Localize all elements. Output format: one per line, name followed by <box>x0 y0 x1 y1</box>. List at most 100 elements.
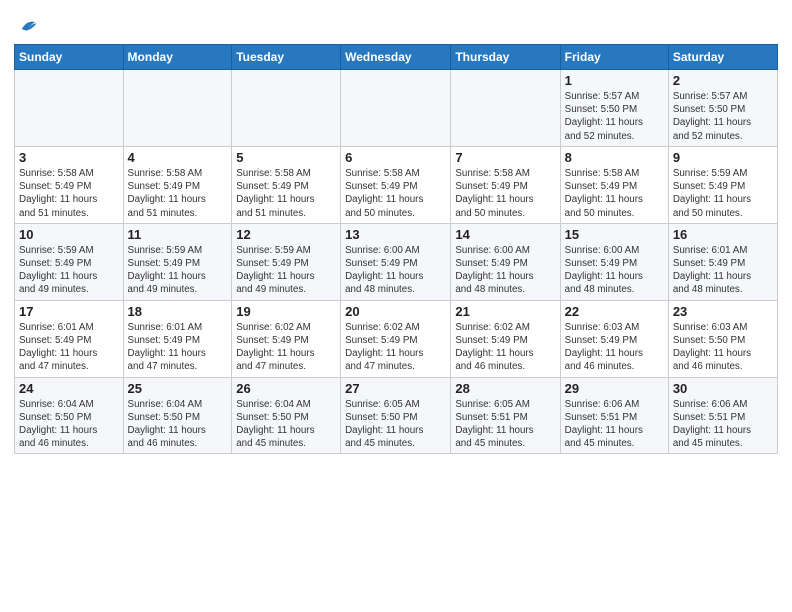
day-info: Sunrise: 6:06 AM Sunset: 5:51 PM Dayligh… <box>565 398 664 451</box>
weekday-header-friday: Friday <box>560 45 668 70</box>
day-number: 1 <box>565 73 664 88</box>
calendar-cell: 18 Sunrise: 6:01 AM Sunset: 5:49 PM Dayli… <box>123 300 232 377</box>
calendar-week-row: 24 Sunrise: 6:04 AM Sunset: 5:50 PM Dayli… <box>15 377 778 454</box>
day-number: 10 <box>19 227 119 242</box>
calendar-cell <box>15 70 124 147</box>
day-number: 25 <box>128 381 228 396</box>
calendar-cell <box>341 70 451 147</box>
logo <box>14 10 38 38</box>
day-info: Sunrise: 5:59 AM Sunset: 5:49 PM Dayligh… <box>673 167 773 220</box>
day-info: Sunrise: 6:05 AM Sunset: 5:51 PM Dayligh… <box>455 398 555 451</box>
day-info: Sunrise: 6:04 AM Sunset: 5:50 PM Dayligh… <box>236 398 336 451</box>
calendar-cell: 20 Sunrise: 6:02 AM Sunset: 5:49 PM Dayli… <box>341 300 451 377</box>
day-number: 18 <box>128 304 228 319</box>
calendar-cell: 28 Sunrise: 6:05 AM Sunset: 5:51 PM Dayli… <box>451 377 560 454</box>
day-number: 23 <box>673 304 773 319</box>
day-info: Sunrise: 6:01 AM Sunset: 5:49 PM Dayligh… <box>128 321 228 374</box>
calendar-cell: 9 Sunrise: 5:59 AM Sunset: 5:49 PM Daylig… <box>668 146 777 223</box>
day-number: 28 <box>455 381 555 396</box>
calendar-cell: 30 Sunrise: 6:06 AM Sunset: 5:51 PM Dayli… <box>668 377 777 454</box>
calendar-cell: 25 Sunrise: 6:04 AM Sunset: 5:50 PM Dayli… <box>123 377 232 454</box>
calendar-cell: 3Sunrise: 5:58 AM Sunset: 5:49 PM Daylig… <box>15 146 124 223</box>
day-info: Sunrise: 5:59 AM Sunset: 5:49 PM Dayligh… <box>236 244 336 297</box>
day-number: 26 <box>236 381 336 396</box>
logo-container <box>14 14 38 38</box>
calendar-cell: 21 Sunrise: 6:02 AM Sunset: 5:49 PM Dayli… <box>451 300 560 377</box>
calendar-cell: 27 Sunrise: 6:05 AM Sunset: 5:50 PM Dayli… <box>341 377 451 454</box>
calendar-cell: 23 Sunrise: 6:03 AM Sunset: 5:50 PM Dayli… <box>668 300 777 377</box>
day-number: 27 <box>345 381 446 396</box>
weekday-header-row: SundayMondayTuesdayWednesdayThursdayFrid… <box>15 45 778 70</box>
calendar-cell: 22 Sunrise: 6:03 AM Sunset: 5:49 PM Dayli… <box>560 300 668 377</box>
day-number: 16 <box>673 227 773 242</box>
calendar-cell: 5 Sunrise: 5:58 AM Sunset: 5:49 PM Daylig… <box>232 146 341 223</box>
page: SundayMondayTuesdayWednesdayThursdayFrid… <box>0 0 792 612</box>
day-info: Sunrise: 6:01 AM Sunset: 5:49 PM Dayligh… <box>19 321 119 374</box>
day-info: Sunrise: 6:04 AM Sunset: 5:50 PM Dayligh… <box>128 398 228 451</box>
calendar-cell: 24Sunrise: 6:04 AM Sunset: 5:50 PM Dayli… <box>15 377 124 454</box>
day-number: 7 <box>455 150 555 165</box>
day-number: 13 <box>345 227 446 242</box>
weekday-header-wednesday: Wednesday <box>341 45 451 70</box>
day-number: 17 <box>19 304 119 319</box>
day-info: Sunrise: 5:58 AM Sunset: 5:49 PM Dayligh… <box>128 167 228 220</box>
day-info: Sunrise: 6:02 AM Sunset: 5:49 PM Dayligh… <box>455 321 555 374</box>
day-info: Sunrise: 6:03 AM Sunset: 5:50 PM Dayligh… <box>673 321 773 374</box>
day-info: Sunrise: 6:05 AM Sunset: 5:50 PM Dayligh… <box>345 398 446 451</box>
day-info: Sunrise: 6:06 AM Sunset: 5:51 PM Dayligh… <box>673 398 773 451</box>
day-number: 12 <box>236 227 336 242</box>
calendar-cell: 17 Sunrise: 6:01 AM Sunset: 5:49 PM Dayli… <box>15 300 124 377</box>
day-number: 6 <box>345 150 446 165</box>
calendar: SundayMondayTuesdayWednesdayThursdayFrid… <box>14 44 778 454</box>
header <box>14 10 778 38</box>
day-number: 30 <box>673 381 773 396</box>
day-info: Sunrise: 6:02 AM Sunset: 5:49 PM Dayligh… <box>236 321 336 374</box>
calendar-cell: 16 Sunrise: 6:01 AM Sunset: 5:49 PM Dayli… <box>668 223 777 300</box>
calendar-cell: 14Sunrise: 6:00 AM Sunset: 5:49 PM Dayli… <box>451 223 560 300</box>
calendar-cell: 8Sunrise: 5:58 AM Sunset: 5:49 PM Daylig… <box>560 146 668 223</box>
calendar-cell: 15Sunrise: 6:00 AM Sunset: 5:49 PM Dayli… <box>560 223 668 300</box>
day-number: 4 <box>128 150 228 165</box>
weekday-header-thursday: Thursday <box>451 45 560 70</box>
day-number: 2 <box>673 73 773 88</box>
weekday-header-sunday: Sunday <box>15 45 124 70</box>
day-info: Sunrise: 5:57 AM Sunset: 5:50 PM Dayligh… <box>565 90 664 143</box>
calendar-week-row: 10 Sunrise: 5:59 AM Sunset: 5:49 PM Dayli… <box>15 223 778 300</box>
day-number: 29 <box>565 381 664 396</box>
weekday-header-saturday: Saturday <box>668 45 777 70</box>
day-number: 19 <box>236 304 336 319</box>
calendar-cell: 7Sunrise: 5:58 AM Sunset: 5:49 PM Daylig… <box>451 146 560 223</box>
calendar-cell <box>123 70 232 147</box>
calendar-cell <box>451 70 560 147</box>
calendar-week-row: 17 Sunrise: 6:01 AM Sunset: 5:49 PM Dayli… <box>15 300 778 377</box>
day-info: Sunrise: 6:00 AM Sunset: 5:49 PM Dayligh… <box>345 244 446 297</box>
calendar-cell <box>232 70 341 147</box>
day-info: Sunrise: 6:02 AM Sunset: 5:49 PM Dayligh… <box>345 321 446 374</box>
day-number: 20 <box>345 304 446 319</box>
day-info: Sunrise: 5:59 AM Sunset: 5:49 PM Dayligh… <box>128 244 228 297</box>
calendar-cell: 11Sunrise: 5:59 AM Sunset: 5:49 PM Dayli… <box>123 223 232 300</box>
day-number: 21 <box>455 304 555 319</box>
day-info: Sunrise: 5:58 AM Sunset: 5:49 PM Dayligh… <box>345 167 446 220</box>
calendar-cell: 19 Sunrise: 6:02 AM Sunset: 5:49 PM Dayli… <box>232 300 341 377</box>
day-number: 5 <box>236 150 336 165</box>
day-info: Sunrise: 6:01 AM Sunset: 5:49 PM Dayligh… <box>673 244 773 297</box>
calendar-cell: 12 Sunrise: 5:59 AM Sunset: 5:49 PM Dayli… <box>232 223 341 300</box>
calendar-cell: 4 Sunrise: 5:58 AM Sunset: 5:49 PM Daylig… <box>123 146 232 223</box>
day-info: Sunrise: 6:00 AM Sunset: 5:49 PM Dayligh… <box>565 244 664 297</box>
day-number: 14 <box>455 227 555 242</box>
day-number: 8 <box>565 150 664 165</box>
calendar-cell: 26 Sunrise: 6:04 AM Sunset: 5:50 PM Dayli… <box>232 377 341 454</box>
day-info: Sunrise: 5:58 AM Sunset: 5:49 PM Dayligh… <box>236 167 336 220</box>
day-info: Sunrise: 5:57 AM Sunset: 5:50 PM Dayligh… <box>673 90 773 143</box>
calendar-cell: 1 Sunrise: 5:57 AM Sunset: 5:50 PM Daylig… <box>560 70 668 147</box>
day-number: 9 <box>673 150 773 165</box>
day-number: 24 <box>19 381 119 396</box>
day-info: Sunrise: 6:03 AM Sunset: 5:49 PM Dayligh… <box>565 321 664 374</box>
day-number: 22 <box>565 304 664 319</box>
weekday-header-monday: Monday <box>123 45 232 70</box>
calendar-cell: 29 Sunrise: 6:06 AM Sunset: 5:51 PM Dayli… <box>560 377 668 454</box>
weekday-header-tuesday: Tuesday <box>232 45 341 70</box>
calendar-cell: 13 Sunrise: 6:00 AM Sunset: 5:49 PM Dayli… <box>341 223 451 300</box>
calendar-cell: 10Sunrise: 5:59 AM Sunset: 5:49 PM Dayli… <box>15 223 124 300</box>
